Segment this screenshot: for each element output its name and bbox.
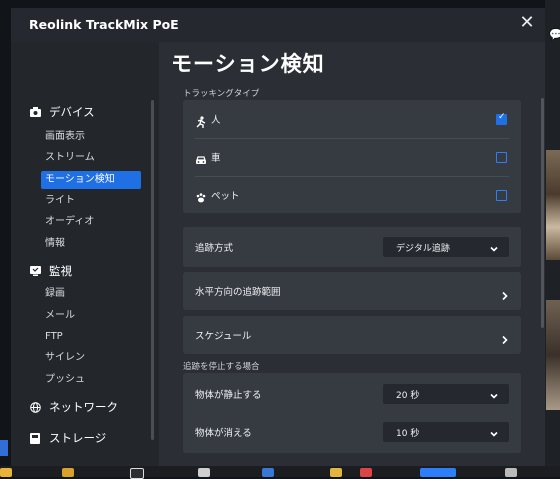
select-value: 10 秒: [396, 429, 420, 439]
target-label: 車: [211, 153, 221, 164]
stop-still-select[interactable]: 20 秒: [383, 384, 509, 404]
dialog-title: Reolink TrackMix PoE: [29, 17, 179, 32]
select-value: 20 秒: [396, 391, 420, 401]
horizontal-range-label: 水平方向の追跡範囲: [195, 287, 281, 298]
page-title: モーション検知: [171, 52, 325, 76]
sidebar-category-monitor[interactable]: 監視: [29, 263, 72, 279]
sidebar-category-label: 監視: [49, 264, 72, 278]
sidebar-item-info[interactable]: 情報: [41, 235, 141, 253]
settings-dialog: Reolink TrackMix PoE ✕ デバイス 画面表示 ストリーム モ…: [11, 8, 545, 466]
stop-condition-row-disappear: 物体が消える 10 秒: [183, 413, 521, 451]
chat-icon: 💬: [549, 28, 560, 41]
main-panel: モーション検知 トラッキングタイプ 人 車: [159, 42, 545, 466]
target-row-car[interactable]: 車: [183, 138, 521, 176]
chevron-right-icon: [501, 330, 509, 345]
stop-disappear-select[interactable]: 10 秒: [383, 422, 509, 442]
sidebar-category-label: デバイス: [49, 105, 95, 119]
background-camera-thumbnail: [546, 150, 560, 260]
sidebar-item-audio[interactable]: オーディオ: [41, 213, 141, 231]
select-value: デジタル追跡: [396, 244, 450, 254]
storage-icon: [29, 432, 41, 444]
sidebar-item-recording[interactable]: 録画: [41, 285, 141, 303]
person-checkbox[interactable]: [496, 112, 507, 125]
chevron-down-icon: [489, 387, 499, 399]
person-icon: [195, 113, 207, 128]
horizontal-range-row[interactable]: 水平方向の追跡範囲: [183, 272, 521, 310]
sidebar-category-device[interactable]: デバイス: [29, 104, 95, 120]
tracking-method-label: 追跡方式: [195, 243, 234, 254]
target-label: 人: [211, 115, 221, 126]
taskbar-app-icon[interactable]: [262, 468, 274, 477]
sidebar-item-light[interactable]: ライト: [41, 192, 141, 210]
sidebar-item-stream[interactable]: ストリーム: [41, 149, 141, 167]
background-camera-thumbnail: [546, 300, 560, 410]
car-icon: [195, 151, 207, 164]
sidebar-item-email[interactable]: メール: [41, 307, 141, 325]
sidebar-item-push[interactable]: プッシュ: [41, 371, 141, 389]
sidebar-item-ftp[interactable]: FTP: [41, 328, 141, 346]
camera-icon: [29, 106, 41, 118]
sidebar-scrollbar[interactable]: [151, 100, 154, 440]
sidebar-category-network[interactable]: ネットワーク: [29, 399, 118, 415]
sidebar-item-siren[interactable]: サイレン: [41, 349, 141, 367]
tracking-type-card: 人 車 ペット: [183, 100, 521, 213]
target-row-pet[interactable]: ペット: [183, 176, 521, 214]
horizontal-range-card[interactable]: 水平方向の追跡範囲: [183, 272, 521, 310]
background-app-icon: [0, 440, 8, 456]
sidebar-category-storage[interactable]: ストレージ: [29, 430, 106, 446]
dialog-header: Reolink TrackMix PoE ✕: [11, 8, 545, 42]
pet-checkbox[interactable]: [496, 190, 507, 201]
tracking-method-card: 追跡方式 デジタル追跡: [183, 227, 521, 267]
taskbar-app-icon[interactable]: [62, 468, 74, 477]
chevron-right-icon: [501, 286, 509, 301]
taskbar-app-icon-active[interactable]: [420, 468, 456, 477]
tracking-type-label: トラッキングタイプ: [183, 89, 260, 99]
chevron-down-icon: [489, 240, 499, 252]
chevron-down-icon: [489, 425, 499, 437]
target-label: ペット: [211, 191, 240, 202]
schedule-label: スケジュール: [195, 331, 252, 342]
sidebar-item-motion-detection[interactable]: モーション検知: [41, 171, 141, 189]
stop-condition-row-still: 物体が静止する 20 秒: [183, 375, 521, 413]
stop-section-label: 追跡を停止する場合: [183, 362, 260, 372]
car-checkbox[interactable]: [496, 152, 507, 163]
taskbar-app-icon[interactable]: [130, 468, 144, 479]
main-scrollbar[interactable]: [541, 98, 544, 328]
tracking-method-row: 追跡方式 デジタル追跡: [183, 228, 521, 266]
close-button[interactable]: ✕: [517, 13, 537, 33]
schedule-row[interactable]: スケジュール: [183, 316, 521, 354]
taskbar-app-icon[interactable]: [505, 468, 517, 477]
sidebar-item-display[interactable]: 画面表示: [41, 128, 141, 146]
stop-condition-label: 物体が消える: [195, 428, 252, 439]
stop-condition-label: 物体が静止する: [195, 390, 262, 401]
monitor-icon: [29, 265, 41, 277]
target-row-person[interactable]: 人: [183, 100, 521, 138]
stop-conditions-card: 物体が静止する 20 秒 物体が消える 10 秒: [183, 373, 521, 453]
taskbar-app-icon[interactable]: [330, 468, 342, 477]
sidebar-category-label: ストレージ: [49, 431, 107, 445]
schedule-card[interactable]: スケジュール: [183, 316, 521, 354]
taskbar-app-icon[interactable]: [198, 468, 210, 477]
tracking-method-select[interactable]: デジタル追跡: [383, 237, 509, 257]
sidebar-category-label: ネットワーク: [49, 400, 118, 414]
taskbar-app-icon[interactable]: [0, 468, 12, 477]
sidebar: デバイス 画面表示 ストリーム モーション検知 ライト オーディオ 情報 監視 …: [11, 42, 159, 466]
globe-icon: [29, 401, 41, 413]
taskbar: [0, 466, 560, 477]
taskbar-app-icon[interactable]: [360, 468, 372, 477]
paw-icon: [195, 189, 207, 203]
